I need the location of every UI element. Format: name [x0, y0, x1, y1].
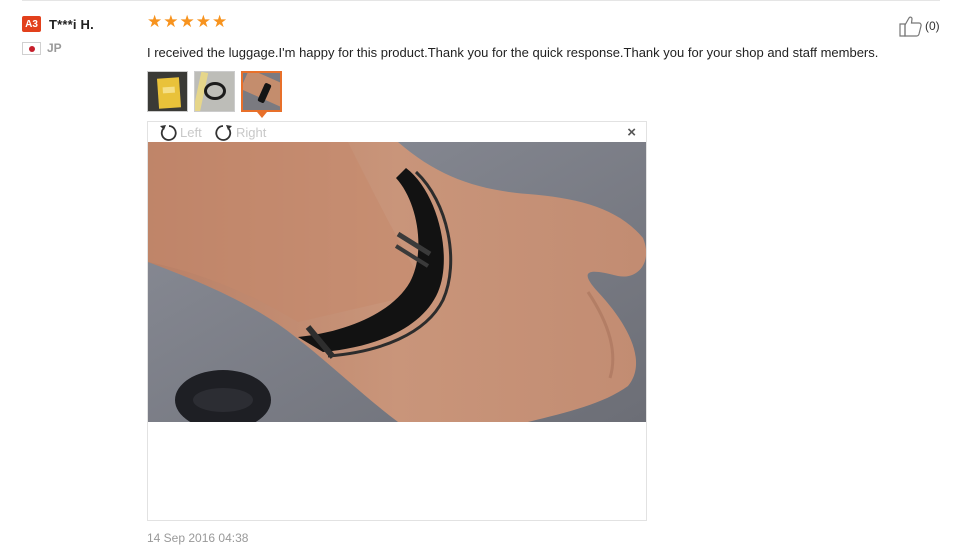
japan-flag-icon [22, 41, 41, 55]
reviewer-info: A3 T***i H. JP [22, 15, 94, 55]
review-photo-large [148, 142, 646, 422]
review-date: 14 Sep 2016 04:38 [147, 531, 249, 545]
star-icon: ★ [195, 12, 211, 31]
thumbnail-wrist[interactable] [241, 71, 282, 112]
star-icon: ★ [147, 12, 163, 31]
viewer-toolbar: Left Right × [148, 122, 646, 143]
buyer-level-badge: A3 [22, 16, 41, 32]
thumbnail-bracelet[interactable] [194, 71, 235, 112]
photo-thumbnails [147, 71, 282, 112]
helpful-button[interactable]: (0) [899, 15, 940, 37]
top-divider [22, 0, 940, 1]
helpful-count: (0) [925, 19, 940, 33]
star-icon: ★ [179, 12, 195, 31]
star-icon: ★ [212, 12, 228, 31]
review-text: I received the luggage.I'm happy for thi… [147, 45, 879, 60]
star-icon: ★ [163, 12, 179, 31]
rotate-right-button[interactable]: Right [213, 122, 266, 143]
rotate-right-label: Right [236, 125, 267, 140]
thumbnail-package[interactable] [147, 71, 188, 112]
rotate-left-label: Left [180, 125, 202, 140]
reviewer-country: JP [47, 41, 62, 55]
close-viewer-button[interactable]: × [627, 124, 636, 142]
rotate-left-button[interactable]: Left [157, 122, 202, 143]
selected-thumbnail-pointer [257, 112, 267, 118]
star-rating: ★ ★ ★ ★ ★ [147, 13, 227, 31]
reviewer-name: T***i H. [49, 16, 94, 32]
rotate-left-icon [160, 124, 177, 141]
photo-viewer: Left Right × [147, 121, 647, 521]
thumbs-up-icon[interactable] [899, 15, 923, 37]
rotate-right-icon [215, 124, 232, 141]
